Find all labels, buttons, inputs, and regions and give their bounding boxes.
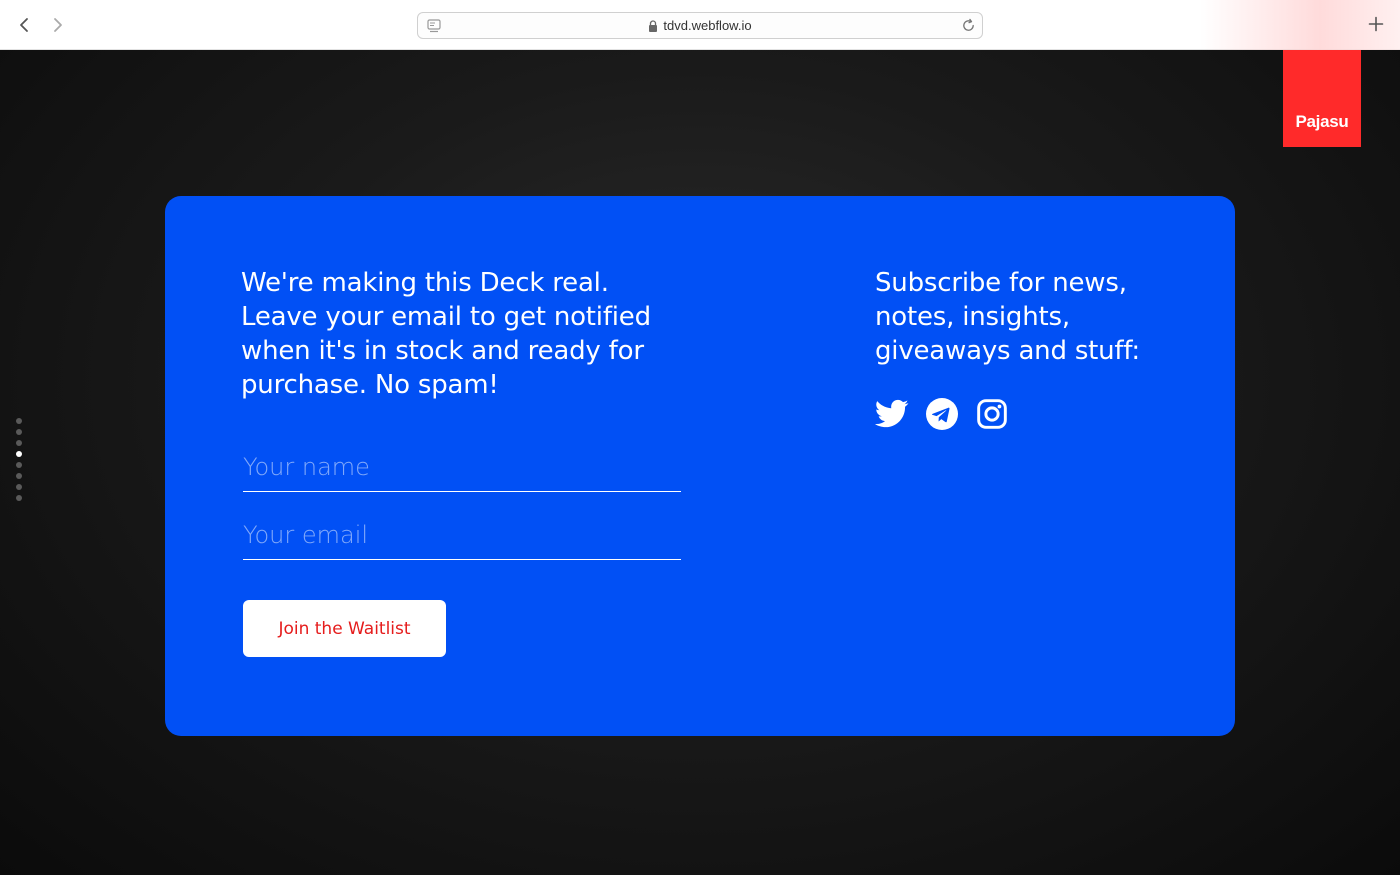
page-body: Pajasu We're making this Deck real. Leav… <box>0 50 1400 875</box>
new-tab-button[interactable] <box>1364 12 1388 36</box>
email-field-wrapper <box>243 510 681 560</box>
pagination-dot-active[interactable] <box>16 451 22 457</box>
plus-icon <box>1368 16 1384 32</box>
chevron-left-icon <box>20 18 28 32</box>
reload-icon[interactable] <box>961 18 976 33</box>
name-field-wrapper <box>243 442 681 492</box>
back-button[interactable] <box>10 11 38 39</box>
waitlist-intro-text: We're making this Deck real. Leave your … <box>241 268 651 400</box>
name-input[interactable] <box>243 442 681 491</box>
email-input[interactable] <box>243 510 681 559</box>
brand-name: Pajasu <box>1295 112 1349 131</box>
twitter-icon <box>875 399 909 428</box>
pagination-dot[interactable] <box>16 429 22 435</box>
pagination-dot[interactable] <box>16 495 22 501</box>
pagination-dot[interactable] <box>16 462 22 468</box>
twitter-link[interactable] <box>875 396 909 432</box>
join-waitlist-button[interactable]: Join the Waitlist <box>243 600 446 657</box>
page-settings-icon[interactable] <box>426 18 442 34</box>
telegram-link[interactable] <box>925 396 959 432</box>
instagram-icon <box>977 399 1007 429</box>
pagination-dot[interactable] <box>16 418 22 424</box>
waitlist-card: We're making this Deck real. Leave your … <box>165 196 1235 736</box>
section-pagination <box>16 418 24 501</box>
address-bar[interactable]: tdvd.webflow.io <box>417 12 983 39</box>
pagination-dot[interactable] <box>16 440 22 446</box>
chevron-right-icon <box>54 18 62 32</box>
browser-toolbar: tdvd.webflow.io <box>0 0 1400 50</box>
lock-icon <box>649 19 658 32</box>
social-links <box>875 396 1009 432</box>
forward-button[interactable] <box>44 11 72 39</box>
url-text: tdvd.webflow.io <box>663 18 752 33</box>
pagination-dot[interactable] <box>16 473 22 479</box>
pagination-dot[interactable] <box>16 484 22 490</box>
subscribe-text: Subscribe for news, notes, insights, giv… <box>875 268 1140 366</box>
brand-logo[interactable]: Pajasu <box>1283 50 1361 147</box>
telegram-icon <box>926 398 958 430</box>
instagram-link[interactable] <box>975 396 1009 432</box>
